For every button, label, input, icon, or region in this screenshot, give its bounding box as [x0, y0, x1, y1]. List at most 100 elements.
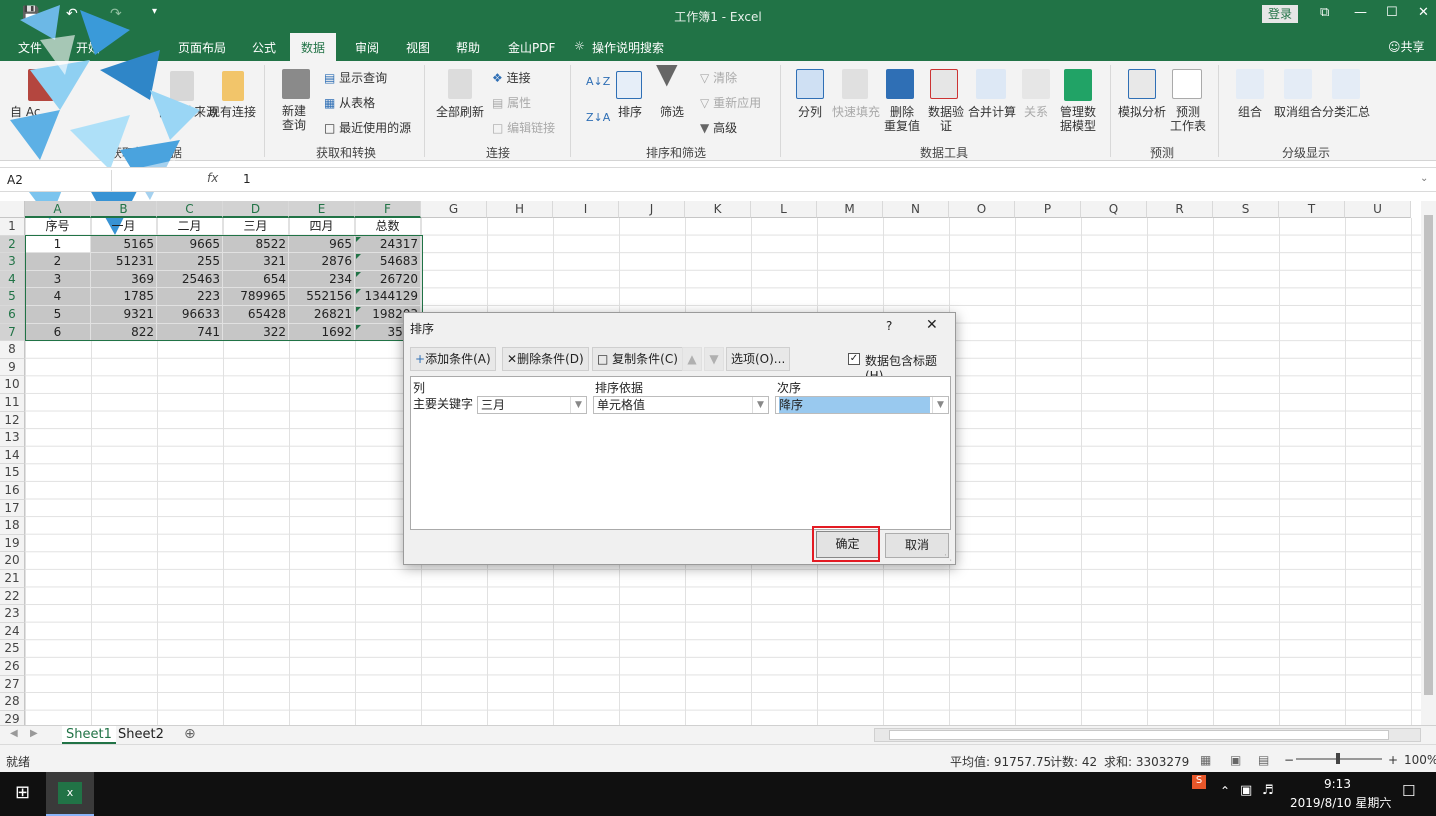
row-header-17[interactable]: 17: [0, 499, 25, 518]
column-header-e[interactable]: E: [289, 201, 355, 218]
column-header-f[interactable]: F: [355, 201, 421, 218]
ribbon-display-options-icon[interactable]: ⧉: [1320, 5, 1329, 20]
subtotal-button[interactable]: 分类汇总: [1322, 105, 1370, 119]
formula-input[interactable]: 1: [243, 172, 251, 186]
column-header-b[interactable]: B: [91, 201, 157, 218]
normal-view-icon[interactable]: ▦: [1200, 753, 1211, 767]
add-sheet-icon[interactable]: ⊕: [184, 726, 196, 742]
what-if-analysis-button[interactable]: 模拟分析: [1118, 105, 1166, 119]
zoom-slider-thumb[interactable]: [1336, 753, 1340, 764]
expand-formula-icon[interactable]: ⌄: [1420, 173, 1428, 184]
page-break-view-icon[interactable]: ▤: [1258, 753, 1269, 767]
row-header-11[interactable]: 11: [0, 394, 25, 412]
notification-icon[interactable]: ☐: [1402, 782, 1415, 800]
row-header-20[interactable]: 20: [0, 552, 25, 570]
column-header-h[interactable]: H: [487, 201, 553, 218]
new-query-button[interactable]: 新建 查询: [282, 104, 306, 132]
column-header-u[interactable]: U: [1345, 201, 1411, 218]
tray-app-icon[interactable]: S: [1192, 775, 1206, 789]
row-header-16[interactable]: 16: [0, 482, 25, 500]
volume-icon[interactable]: ♬: [1262, 783, 1274, 798]
filter-button[interactable]: 筛选: [660, 105, 684, 119]
network-icon[interactable]: ▣: [1240, 783, 1252, 798]
advanced-button[interactable]: ▼ 高级: [700, 121, 737, 135]
row-header-2[interactable]: 2: [0, 235, 25, 254]
cell-f3[interactable]: 54683: [355, 253, 421, 271]
row-header-10[interactable]: 10: [0, 376, 25, 394]
tab-view[interactable]: 视图: [406, 39, 430, 56]
column-header-l[interactable]: L: [751, 201, 817, 218]
name-box[interactable]: A2: [2, 170, 112, 191]
cell-e1[interactable]: 四月: [289, 218, 355, 236]
cell-f1[interactable]: 总数: [355, 218, 421, 236]
cell-b4[interactable]: 369: [91, 270, 157, 289]
sort-ascending-icon[interactable]: A↓Z: [586, 75, 610, 89]
cell-b1[interactable]: 一月: [91, 218, 157, 236]
login-button[interactable]: 登录: [1262, 5, 1298, 23]
move-down-icon[interactable]: ▼: [704, 347, 724, 371]
cell-e4[interactable]: 234: [289, 270, 355, 289]
move-up-icon[interactable]: ▲: [682, 347, 702, 371]
properties-button[interactable]: ▤ 属性: [492, 96, 531, 110]
remove-duplicates-button[interactable]: 删除 重复值: [884, 105, 920, 133]
row-header-3[interactable]: 3: [0, 253, 25, 271]
cell-b2[interactable]: 5165: [91, 235, 157, 254]
row-header-9[interactable]: 9: [0, 358, 25, 377]
cell-b6[interactable]: 9321: [91, 306, 157, 324]
order-select[interactable]: 降序 ▼: [775, 396, 949, 414]
zoom-in-icon[interactable]: +: [1388, 753, 1398, 767]
cell-d2[interactable]: 8522: [223, 235, 289, 254]
row-header-23[interactable]: 23: [0, 605, 25, 623]
row-header-26[interactable]: 26: [0, 658, 25, 676]
row-header-19[interactable]: 19: [0, 534, 25, 553]
row-header-28[interactable]: 28: [0, 693, 25, 711]
column-select[interactable]: 三月 ▼: [477, 396, 587, 414]
column-header-a[interactable]: A: [25, 201, 91, 218]
row-header-7[interactable]: 7: [0, 323, 25, 342]
row-header-14[interactable]: 14: [0, 446, 25, 465]
close-button[interactable]: ✕: [1418, 5, 1429, 20]
reapply-button[interactable]: ▽ 重新应用: [700, 96, 761, 110]
cell-f5[interactable]: 1344129: [355, 288, 421, 306]
forecast-sheet-button[interactable]: 预测 工作表: [1170, 105, 1206, 133]
cell-e6[interactable]: 26821: [289, 306, 355, 324]
row-header-8[interactable]: 8: [0, 341, 25, 359]
show-queries-button[interactable]: ▤ 显示查询: [324, 71, 387, 85]
cell-c2[interactable]: 9665: [157, 235, 223, 254]
cell-c6[interactable]: 96633: [157, 306, 223, 324]
clock-date[interactable]: 2019/8/10 星期六: [1290, 794, 1391, 811]
row-header-4[interactable]: 4: [0, 270, 25, 289]
column-header-j[interactable]: J: [619, 201, 685, 218]
cell-b3[interactable]: 51231: [91, 253, 157, 271]
clock-time[interactable]: 9:13: [1324, 777, 1351, 791]
horizontal-scroll-thumb[interactable]: [889, 730, 1389, 740]
row-header-27[interactable]: 27: [0, 675, 25, 694]
column-header-r[interactable]: R: [1147, 201, 1213, 218]
column-header-q[interactable]: Q: [1081, 201, 1147, 218]
row-header-13[interactable]: 13: [0, 429, 25, 447]
cell-e2[interactable]: 965: [289, 235, 355, 254]
column-header-c[interactable]: C: [157, 201, 223, 218]
from-table-button[interactable]: ▦ 从表格: [324, 96, 375, 110]
cell-d6[interactable]: 65428: [223, 306, 289, 324]
cell-d7[interactable]: 322: [223, 323, 289, 342]
text-to-columns-button[interactable]: 分列: [798, 105, 822, 119]
manage-data-model-button[interactable]: 管理数 据模型: [1060, 105, 1096, 133]
windows-start-icon[interactable]: ⊞: [15, 782, 30, 803]
prev-sheet-icon[interactable]: ◀: [10, 728, 18, 739]
cell-e3[interactable]: 2876: [289, 253, 355, 271]
cell-a3[interactable]: 2: [25, 253, 91, 271]
row-header-6[interactable]: 6: [0, 306, 25, 324]
cell-e5[interactable]: 552156: [289, 288, 355, 306]
column-header-p[interactable]: P: [1015, 201, 1081, 218]
data-validation-button[interactable]: 数据验证: [928, 105, 964, 133]
cell-b5[interactable]: 1785: [91, 288, 157, 306]
tab-help[interactable]: 帮助: [456, 39, 480, 56]
row-header-15[interactable]: 15: [0, 464, 25, 482]
consolidate-button[interactable]: 合并计算: [968, 105, 1016, 119]
cell-c7[interactable]: 741: [157, 323, 223, 342]
row-header-18[interactable]: 18: [0, 517, 25, 535]
copy-level-button[interactable]: □ 复制条件(C): [592, 347, 683, 371]
row-header-25[interactable]: 25: [0, 640, 25, 658]
row-header-1[interactable]: 1: [0, 218, 25, 236]
